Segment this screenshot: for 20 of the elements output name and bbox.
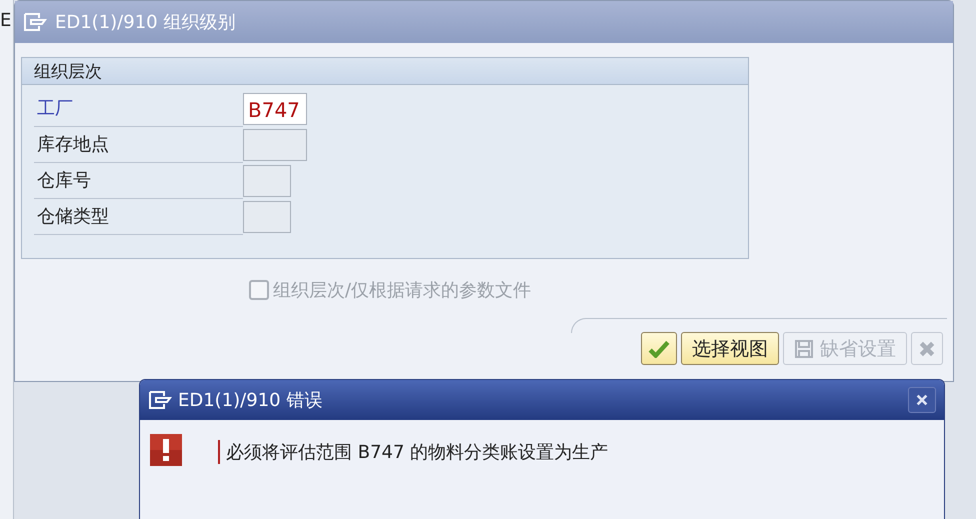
window-title: ED1(1)/910 错误 bbox=[178, 389, 322, 412]
input-field[interactable] bbox=[243, 165, 291, 197]
input-field[interactable]: B747 bbox=[243, 93, 307, 125]
check-icon bbox=[648, 340, 670, 358]
window-icon bbox=[148, 390, 172, 410]
close-button[interactable] bbox=[908, 387, 936, 413]
input-field[interactable] bbox=[243, 201, 291, 233]
input-field[interactable] bbox=[243, 129, 307, 161]
error-message: 必须将评估范围 B747 的物料分类账设置为生产 bbox=[218, 440, 608, 464]
window-icon bbox=[23, 12, 47, 32]
confirm-button[interactable] bbox=[641, 332, 677, 365]
window-title: E bbox=[0, 10, 12, 31]
select-views-button[interactable]: 选择视图 bbox=[681, 332, 779, 365]
save-icon bbox=[794, 338, 814, 358]
close-icon bbox=[915, 393, 929, 407]
group-title: 组织层次 bbox=[34, 60, 102, 82]
cancel-icon bbox=[918, 340, 936, 358]
error-icon bbox=[150, 434, 182, 466]
checkbox-label: 组织层次/仅根据请求的参数文件 bbox=[273, 279, 532, 302]
window-title: ED1(1)/910 组织级别 bbox=[55, 11, 236, 34]
